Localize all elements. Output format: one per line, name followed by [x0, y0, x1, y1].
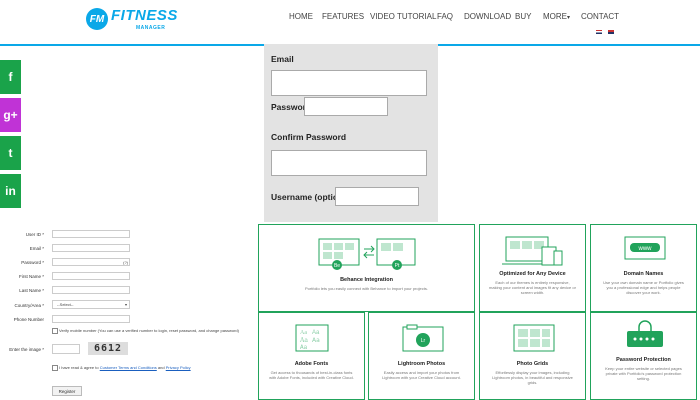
terms-prefix: I have read & agree to	[59, 365, 99, 370]
captcha-image: 6612	[88, 342, 128, 355]
photo-grid-icon	[513, 324, 555, 352]
feature-title: Password Protection	[616, 357, 671, 363]
feature-title: Lightroom Photos	[397, 361, 446, 367]
feature-description: Portfolio lets you easily connect with B…	[305, 286, 428, 291]
language-flags	[596, 30, 616, 48]
feature-title: Photo Grids	[516, 361, 549, 367]
country-label: Country/Area *	[14, 303, 44, 308]
terms-and: and	[157, 365, 165, 370]
lock-icon	[627, 320, 663, 347]
password-label-small: Password *	[21, 260, 44, 265]
nav-contact[interactable]: CONTACT	[581, 12, 619, 21]
nav-home[interactable]: HOME	[289, 12, 313, 21]
svg-text:Aa: Aa	[300, 330, 307, 336]
feature-description: Get access to thousands of best-in-class…	[269, 370, 354, 380]
last-name-label: Last Name *	[19, 288, 44, 293]
feature-card-adobe-fonts[interactable]: Aa Aa Aa Aa Aa Adobe Fonts Get access to…	[258, 312, 365, 400]
email-field[interactable]	[271, 70, 427, 96]
chevron-down-icon: ▾	[567, 15, 571, 21]
chevron-down-icon: ▾	[124, 302, 127, 307]
feature-title: Domain Names	[623, 271, 664, 277]
top-navbar: FM FITNESS MANAGER HOME FEATURES VIDEO T…	[0, 0, 700, 46]
country-select-value: --Select--	[57, 302, 74, 307]
nav-download[interactable]: DOWNLOAD	[464, 12, 511, 21]
svg-text:Aa: Aa	[312, 337, 320, 344]
flag-other-icon[interactable]	[608, 30, 615, 34]
logo-subtitle: MANAGER	[136, 25, 166, 31]
facebook-icon[interactable]: f	[0, 60, 21, 94]
verify-checkbox[interactable]	[52, 328, 58, 334]
feature-card-domain-names[interactable]: www Domain Names Use your own domain nam…	[590, 224, 697, 312]
captcha-field[interactable]	[52, 344, 80, 354]
country-select[interactable]: --Select-- ▾	[52, 300, 130, 309]
feature-title: Behance Integration	[340, 277, 393, 283]
password-hint: (?)	[123, 260, 128, 265]
main-nav: HOME FEATURES VIDEO TUTORIAL FAQ DOWNLOA…	[0, 12, 700, 24]
last-name-field[interactable]	[52, 286, 130, 294]
password-field[interactable]	[304, 97, 388, 116]
captcha-label: Enter the image *	[9, 347, 44, 352]
phone-field[interactable]	[52, 315, 130, 323]
confirm-password-field[interactable]	[271, 150, 427, 176]
signup-form: Email Password Confirm Password Username…	[264, 44, 438, 222]
svg-text:Pt: Pt	[395, 263, 400, 269]
svg-text:Lr: Lr	[421, 338, 426, 344]
svg-text:Aa: Aa	[300, 344, 308, 351]
devices-icon	[502, 236, 563, 266]
terms-text: I have read & agree to Customer Terms an…	[59, 365, 191, 370]
feature-description: Each of our themes is entirely responsiv…	[489, 280, 576, 295]
feature-card-password-protection[interactable]: Password Protection Keep your entire web…	[590, 312, 697, 400]
fonts-icon: Aa Aa Aa Aa Aa	[295, 324, 329, 352]
feature-card-behance[interactable]: Be Pt Behance Integration Portfolio lets…	[258, 224, 475, 312]
svg-text:Aa: Aa	[312, 330, 320, 336]
first-name-label: First Name *	[18, 274, 44, 279]
feature-card-photo-grids[interactable]: Photo Grids Effortlessly display your im…	[479, 312, 586, 400]
linkedin-icon[interactable]: in	[0, 174, 21, 208]
email-field-small[interactable]	[52, 244, 130, 252]
phone-label: Phone Number	[13, 317, 44, 322]
nav-more-label: MORE	[543, 12, 567, 21]
first-name-field[interactable]	[52, 272, 130, 280]
behance-integration-icon: Be Pt	[318, 238, 416, 270]
password-field-small[interactable]: (?)	[52, 258, 130, 266]
feature-description: Use your own domain name or Portfolio gi…	[603, 280, 684, 295]
feature-title: Adobe Fonts	[294, 361, 329, 367]
feature-description: Easily access and import your photos fro…	[382, 370, 461, 380]
nav-faq[interactable]: FAQ	[437, 12, 453, 21]
terms-link[interactable]: Customer Terms and Conditions	[100, 365, 157, 370]
google-plus-icon[interactable]: g+	[0, 98, 21, 132]
flag-en-icon[interactable]	[596, 30, 602, 34]
svg-text:Be: Be	[334, 263, 340, 269]
feature-card-lightroom[interactable]: Lr Lightroom Photos Easily access and im…	[368, 312, 475, 400]
email-label: Email	[271, 54, 294, 64]
register-button[interactable]: Register	[52, 386, 82, 396]
nav-features[interactable]: FEATURES	[322, 12, 364, 21]
email-label-small: Email *	[29, 246, 44, 251]
terms-checkbox[interactable]	[52, 365, 58, 371]
nav-buy[interactable]: BUY	[515, 12, 531, 21]
privacy-link[interactable]: Privacy Policy	[166, 365, 191, 370]
feature-description: Effortlessly display your images, includ…	[492, 370, 573, 385]
domain-icon: www	[624, 236, 666, 260]
nav-more[interactable]: MORE▾	[543, 12, 570, 21]
user-id-label: User ID *	[25, 232, 44, 237]
svg-text:www: www	[638, 246, 653, 252]
feature-description: Keep your entire website or selected pag…	[605, 366, 682, 381]
confirm-password-label: Confirm Password	[271, 132, 347, 142]
lightroom-icon: Lr	[402, 324, 444, 352]
feature-card-any-device[interactable]: Optimized for Any Device Each of our the…	[479, 224, 586, 312]
verify-text: Verify mobile number (You can use a veri…	[59, 328, 239, 333]
user-id-field[interactable]	[52, 230, 130, 238]
feature-title: Optimized for Any Device	[499, 271, 566, 277]
username-field[interactable]	[335, 187, 419, 206]
twitter-icon[interactable]: t	[0, 136, 21, 170]
nav-video-tutorial[interactable]: VIDEO TUTORIAL	[370, 12, 436, 21]
svg-text:Aa: Aa	[299, 337, 308, 344]
